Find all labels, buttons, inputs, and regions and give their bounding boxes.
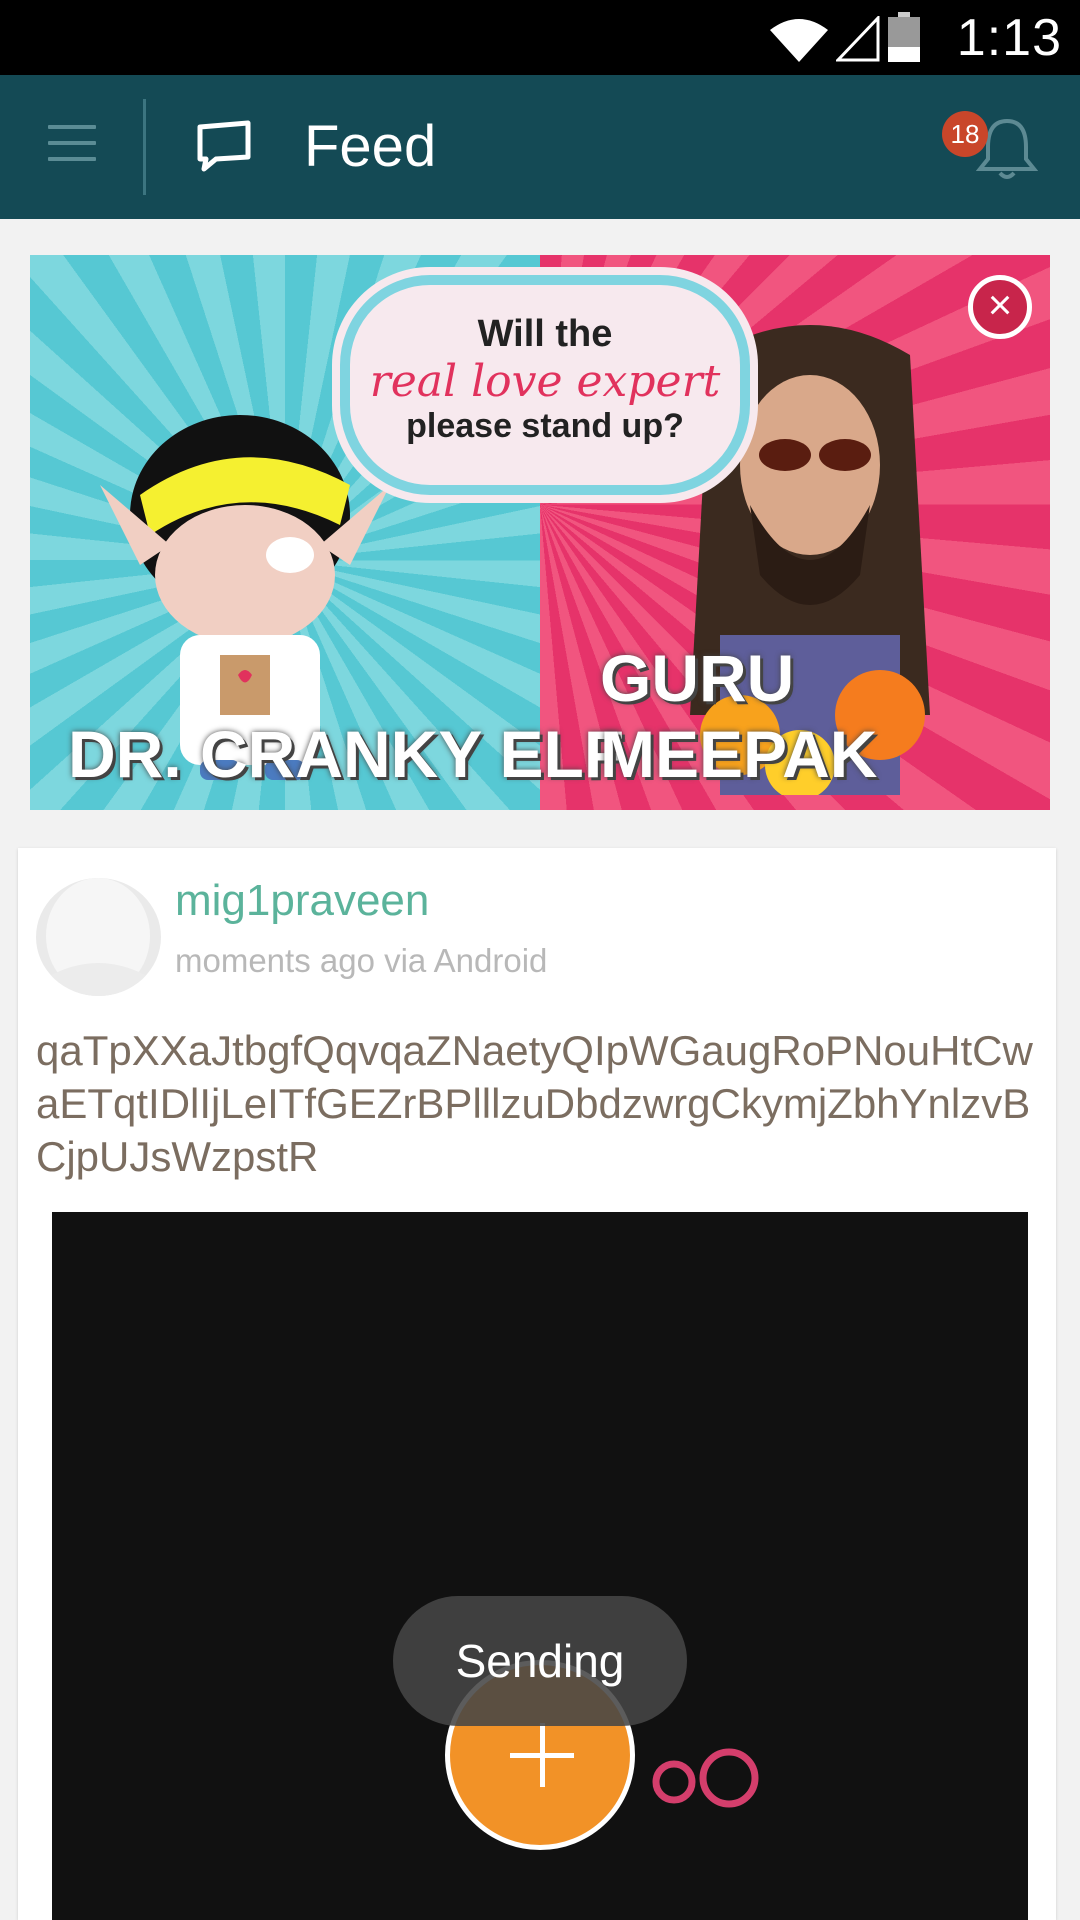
- banner-close-button[interactable]: ×: [968, 275, 1032, 339]
- menu-icon[interactable]: [48, 125, 96, 161]
- wifi-icon: [770, 19, 828, 62]
- status-bar: 1:13: [0, 0, 1080, 75]
- status-icons: [770, 12, 920, 62]
- chat-icon: [197, 120, 251, 172]
- default-avatar-icon: [46, 878, 151, 996]
- battery-icon: [888, 12, 920, 62]
- clock: 1:13: [956, 9, 1062, 67]
- page-title: Feed: [304, 114, 437, 179]
- app-bar-divider: [143, 99, 146, 195]
- signal-icon: [836, 16, 880, 62]
- post-meta: moments ago via Android: [175, 942, 548, 979]
- promo-banner[interactable]: Will the real love expert please stand u…: [30, 255, 1050, 810]
- avatar[interactable]: [36, 878, 161, 996]
- toast-message: Sending: [393, 1596, 687, 1726]
- banner-speech-bubble: Will the real love expert please stand u…: [340, 275, 750, 495]
- banner-headline-line1: Will the: [477, 313, 613, 355]
- post-text: qaTpXXaJtbgfQqvqaZNaetyQIpWGaugRoPNouHtC…: [36, 1027, 1033, 1180]
- plus-icon-vertical: [540, 1723, 545, 1787]
- app-bar: Feed 18: [0, 75, 1080, 219]
- logo-rings-icon: [652, 1748, 759, 1808]
- banner-right-caption: GURU MEEPAK: [600, 641, 878, 791]
- banner-left-caption: DR. CRANKY ELF: [68, 717, 625, 791]
- notification-badge[interactable]: 18: [942, 111, 988, 157]
- banner-headline-line3: please stand up?: [406, 407, 684, 445]
- banner-headline-line2: real love expert: [369, 356, 721, 407]
- post-username[interactable]: mig1praveen: [175, 876, 429, 926]
